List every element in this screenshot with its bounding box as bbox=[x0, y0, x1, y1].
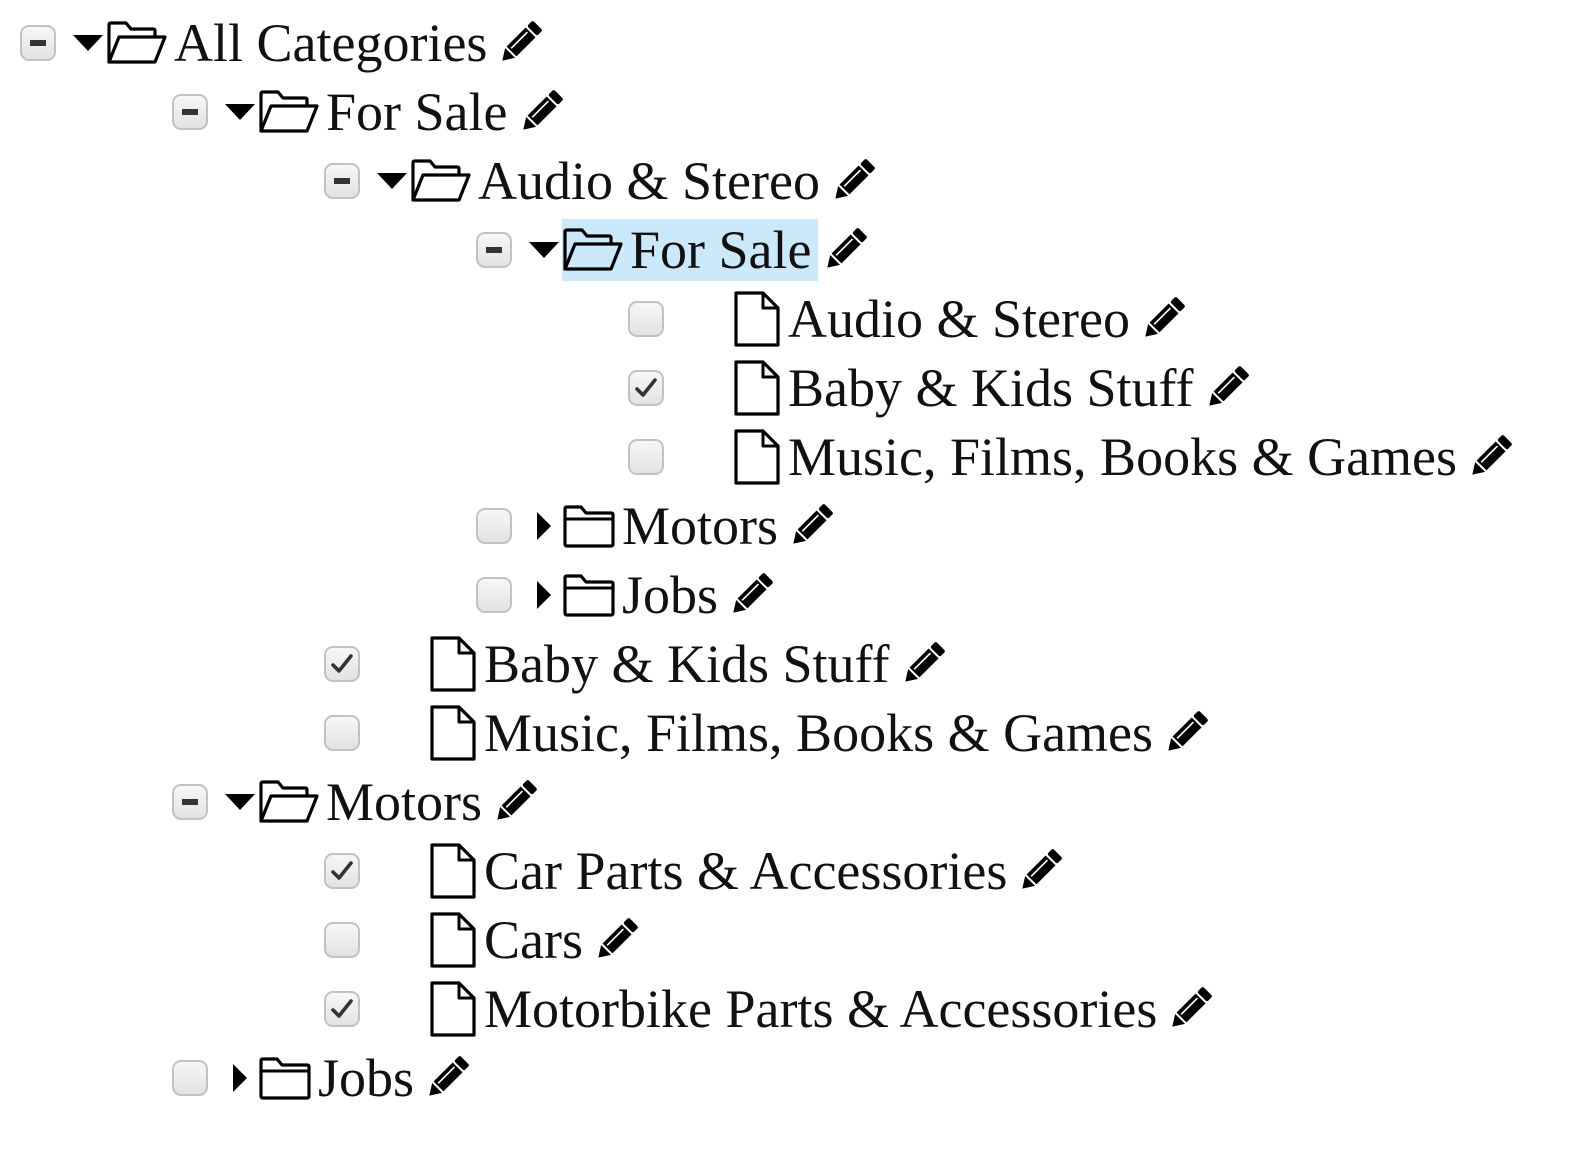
tree-folder-node[interactable]: Motors bbox=[476, 495, 836, 557]
node-label[interactable]: Motors bbox=[320, 771, 488, 833]
pencil-icon[interactable] bbox=[1202, 363, 1252, 413]
pencil-icon[interactable] bbox=[828, 156, 878, 206]
node-checkbox-partial[interactable] bbox=[172, 784, 208, 820]
node-checkbox-unchecked[interactable] bbox=[172, 1060, 208, 1096]
node-label[interactable]: Motorbike Parts & Accessories bbox=[478, 978, 1163, 1040]
selected-node-anchor[interactable]: For Sale bbox=[562, 219, 818, 281]
tree-leaf-node[interactable]: Motorbike Parts & Accessories bbox=[324, 978, 1215, 1040]
pencil-icon[interactable] bbox=[1015, 846, 1065, 896]
pencil-icon[interactable] bbox=[726, 570, 776, 620]
node-checkbox-checked[interactable] bbox=[628, 370, 664, 406]
caret-down-icon[interactable] bbox=[222, 94, 258, 130]
category-tree: All Categories For Sale Audio & Stereo For … bbox=[0, 0, 1592, 1176]
node-label[interactable]: Baby & Kids Stuff bbox=[478, 633, 896, 695]
node-label[interactable]: Baby & Kids Stuff bbox=[782, 357, 1200, 419]
pencil-icon[interactable] bbox=[898, 639, 948, 689]
node-checkbox-unchecked[interactable] bbox=[324, 715, 360, 751]
pencil-icon[interactable] bbox=[422, 1053, 472, 1103]
folder-icon bbox=[562, 504, 616, 548]
tree-folder-node[interactable]: Motors bbox=[172, 771, 540, 833]
pencil-icon[interactable] bbox=[1138, 294, 1188, 344]
folder-open-icon bbox=[410, 158, 472, 204]
node-label[interactable]: Music, Films, Books & Games bbox=[782, 426, 1463, 488]
tree-leaf-node[interactable]: Music, Films, Books & Games bbox=[628, 426, 1515, 488]
pencil-icon[interactable] bbox=[516, 87, 566, 137]
file-icon bbox=[428, 980, 478, 1038]
tree-leaf-node[interactable]: Baby & Kids Stuff bbox=[324, 633, 948, 695]
caret-down-icon[interactable] bbox=[374, 163, 410, 199]
tree-folder-node[interactable]: For Sale bbox=[476, 219, 870, 281]
folder-open-icon bbox=[106, 20, 168, 66]
node-label[interactable]: Music, Films, Books & Games bbox=[478, 702, 1159, 764]
node-checkbox-checked[interactable] bbox=[324, 991, 360, 1027]
pencil-icon[interactable] bbox=[495, 18, 545, 68]
node-label[interactable]: Motors bbox=[616, 495, 784, 557]
tree-folder-node[interactable]: For Sale bbox=[172, 81, 566, 143]
node-checkbox-partial[interactable] bbox=[324, 163, 360, 199]
node-checkbox-unchecked[interactable] bbox=[476, 508, 512, 544]
tree-folder-node[interactable]: Jobs bbox=[476, 564, 776, 626]
pencil-icon[interactable] bbox=[1161, 708, 1211, 758]
node-label[interactable]: Audio & Stereo bbox=[782, 288, 1136, 350]
node-checkbox-partial[interactable] bbox=[20, 25, 56, 61]
node-checkbox-unchecked[interactable] bbox=[324, 922, 360, 958]
pencil-icon[interactable] bbox=[820, 225, 870, 275]
node-label[interactable]: For Sale bbox=[624, 219, 818, 281]
node-label[interactable]: All Categories bbox=[168, 12, 493, 74]
node-label[interactable]: For Sale bbox=[320, 81, 514, 143]
folder-icon bbox=[562, 573, 616, 617]
pencil-icon[interactable] bbox=[490, 777, 540, 827]
node-checkbox-unchecked[interactable] bbox=[628, 301, 664, 337]
node-checkbox-checked[interactable] bbox=[324, 853, 360, 889]
folder-open-icon bbox=[562, 227, 624, 273]
file-icon bbox=[732, 290, 782, 348]
file-icon bbox=[732, 428, 782, 486]
node-label[interactable]: Jobs bbox=[616, 564, 724, 626]
pencil-icon[interactable] bbox=[1165, 984, 1215, 1034]
file-icon bbox=[428, 842, 478, 900]
node-checkbox-checked[interactable] bbox=[324, 646, 360, 682]
node-checkbox-partial[interactable] bbox=[172, 94, 208, 130]
node-label[interactable]: Cars bbox=[478, 909, 589, 971]
caret-down-icon[interactable] bbox=[526, 232, 562, 268]
tree-leaf-node[interactable]: Baby & Kids Stuff bbox=[628, 357, 1252, 419]
file-icon bbox=[732, 359, 782, 417]
tree-folder-node[interactable]: Jobs bbox=[172, 1047, 472, 1109]
caret-down-icon[interactable] bbox=[222, 784, 258, 820]
tree-leaf-node[interactable]: Music, Films, Books & Games bbox=[324, 702, 1211, 764]
pencil-icon[interactable] bbox=[786, 501, 836, 551]
tree-folder-node[interactable]: Audio & Stereo bbox=[324, 150, 878, 212]
pencil-icon[interactable] bbox=[591, 915, 641, 965]
node-label[interactable]: Car Parts & Accessories bbox=[478, 840, 1013, 902]
tree-leaf-node[interactable]: Car Parts & Accessories bbox=[324, 840, 1065, 902]
pencil-icon[interactable] bbox=[1465, 432, 1515, 482]
caret-right-icon[interactable] bbox=[222, 1060, 258, 1096]
caret-down-icon[interactable] bbox=[70, 25, 106, 61]
caret-right-icon[interactable] bbox=[526, 577, 562, 613]
file-icon bbox=[428, 704, 478, 762]
caret-right-icon[interactable] bbox=[526, 508, 562, 544]
folder-open-icon bbox=[258, 89, 320, 135]
file-icon bbox=[428, 635, 478, 693]
tree-folder-node[interactable]: All Categories bbox=[20, 12, 545, 74]
tree-leaf-node[interactable]: Cars bbox=[324, 909, 641, 971]
node-checkbox-unchecked[interactable] bbox=[628, 439, 664, 475]
folder-icon bbox=[258, 1056, 312, 1100]
folder-open-icon bbox=[258, 779, 320, 825]
file-icon bbox=[428, 911, 478, 969]
tree-leaf-node[interactable]: Audio & Stereo bbox=[628, 288, 1188, 350]
node-checkbox-unchecked[interactable] bbox=[476, 577, 512, 613]
node-label[interactable]: Audio & Stereo bbox=[472, 150, 826, 212]
node-label[interactable]: Jobs bbox=[312, 1047, 420, 1109]
node-checkbox-partial[interactable] bbox=[476, 232, 512, 268]
